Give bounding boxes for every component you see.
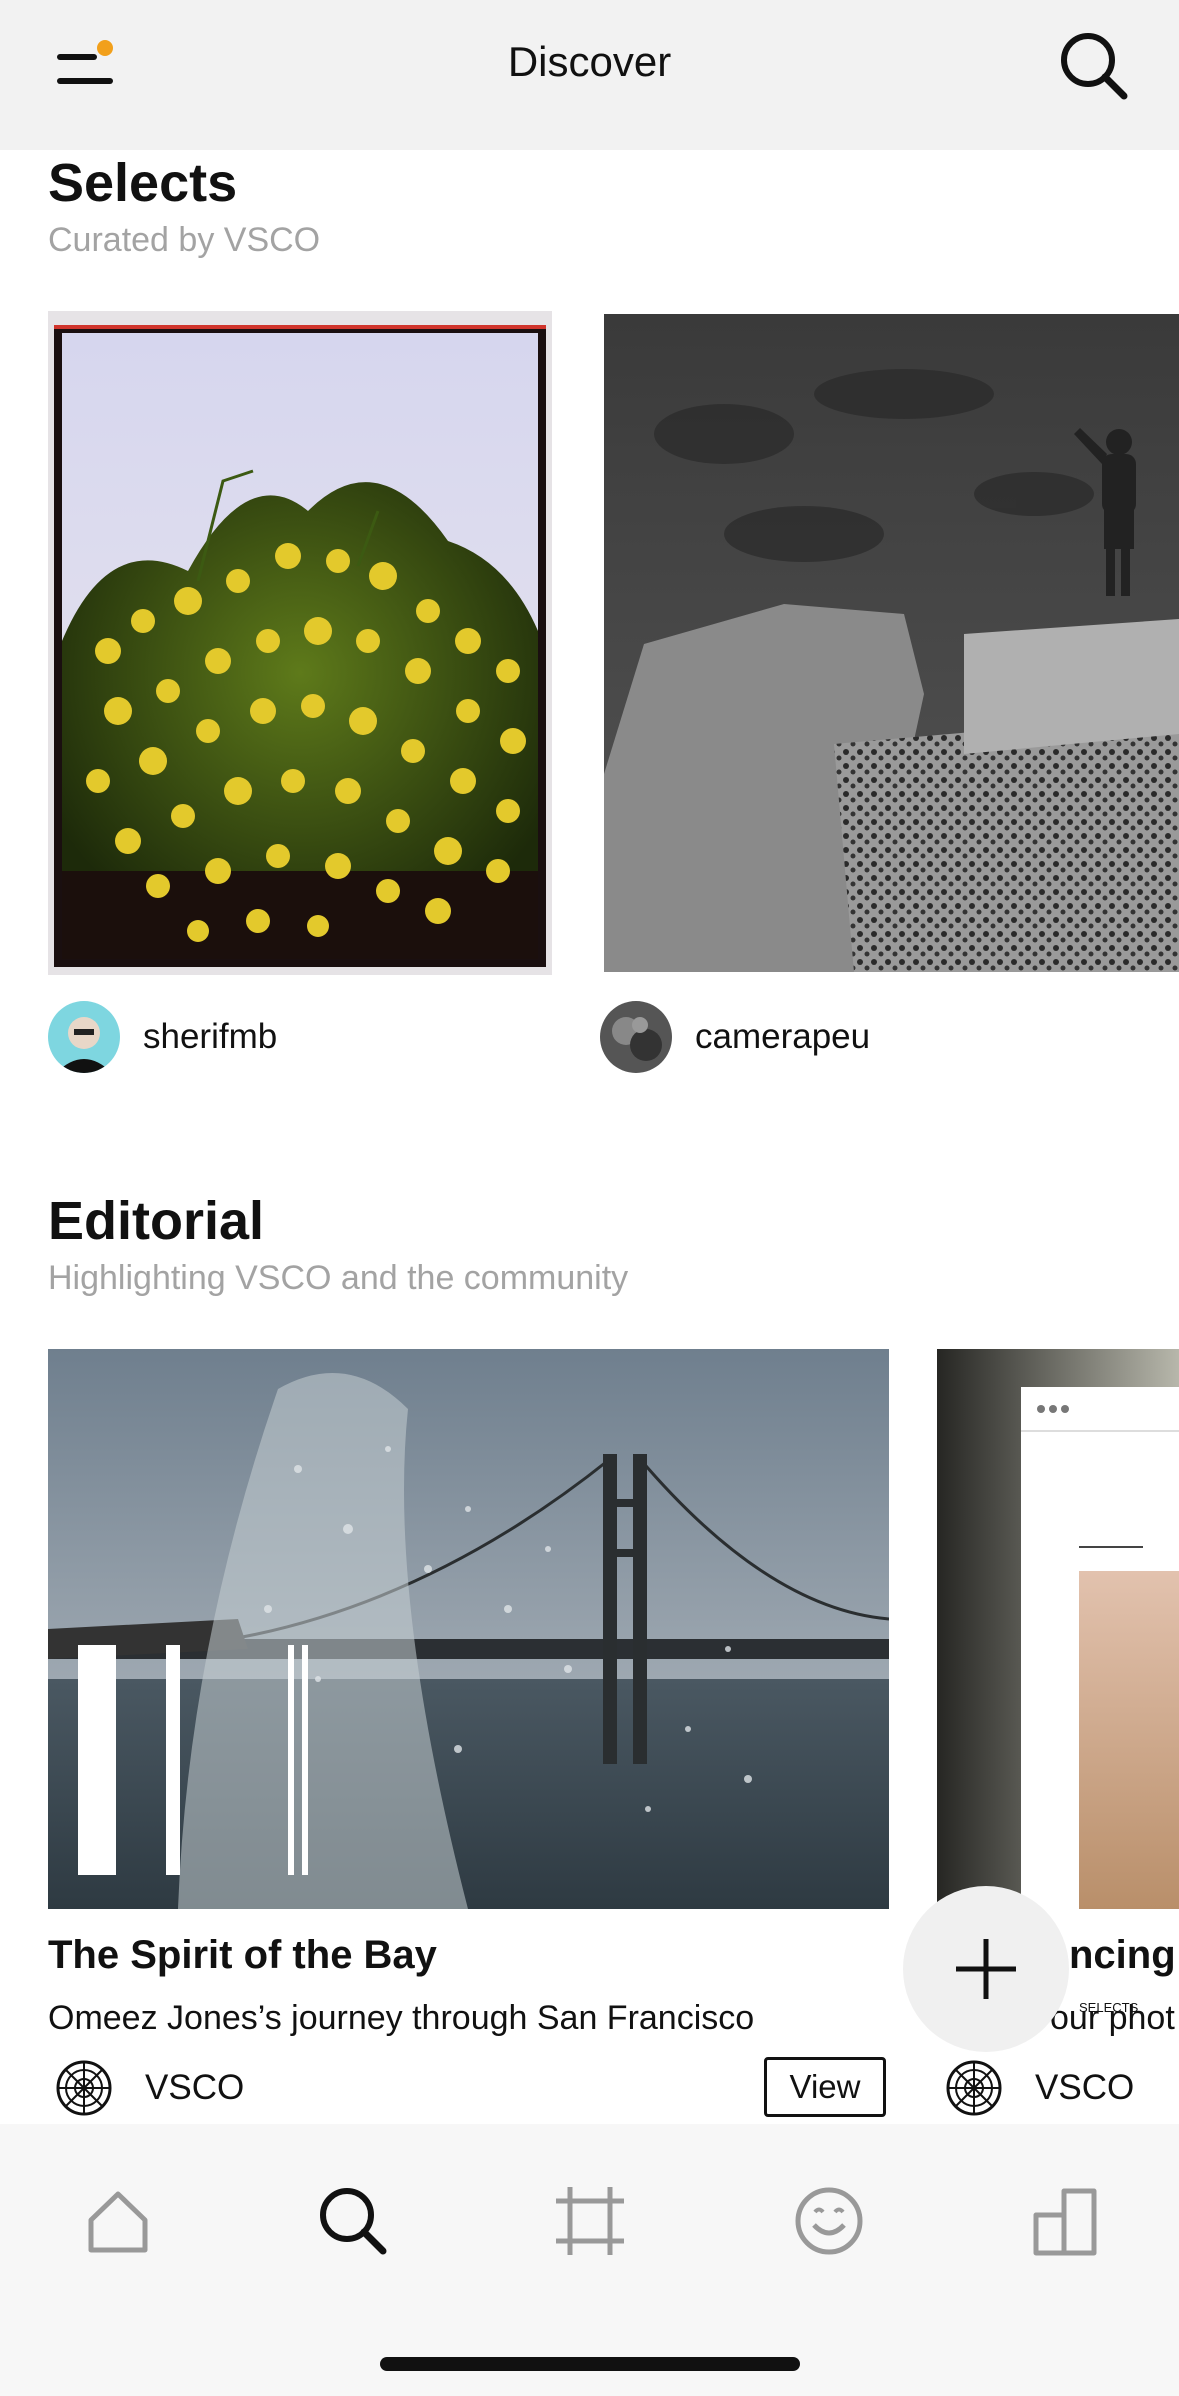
select-author[interactable]: camerapeu [600,1001,870,1073]
article-description: Omeez Jones’s journey through San Franci… [48,1999,755,2037]
top-navigation-bar: Discover [0,0,1179,150]
article-author[interactable]: VSCO [55,2058,244,2118]
tab-studio[interactable] [545,2176,635,2266]
avatar [48,1001,120,1073]
tab-discover[interactable] [308,2176,398,2266]
profile-building-icon [1033,2188,1097,2256]
editorial-photo[interactable] [48,1349,889,1909]
article-author-name: VSCO [145,2068,245,2107]
article-author-name: VSCO [1035,2068,1135,2107]
user-avatar-icon [600,1001,672,1073]
search-icon [1061,33,1128,100]
user-avatar-icon [48,1001,120,1073]
selects-title: Selects [48,153,238,213]
vsco-logo-icon [56,2060,112,2116]
plus-icon [956,1939,1016,1999]
author-username: camerapeu [695,1017,871,1056]
select-author[interactable]: sherifmb [48,1001,277,1073]
article-description: our phot [1050,1999,1175,2037]
article-title: ncing V [1069,1933,1179,1977]
avatar [600,1001,672,1073]
golden-gate-bridge-photo [48,1349,889,1909]
article-title: The Spirit of the Bay [48,1933,437,1977]
bw-rocks-swimmer-photo [604,314,1179,972]
article-author[interactable]: VSCO [945,2058,1134,2118]
tab-activity[interactable] [784,2176,874,2266]
crop-icon [556,2187,624,2255]
app-screenshot-photo [937,1349,1179,1909]
editorial-title: Editorial [48,1191,265,1251]
select-photo[interactable] [604,314,1179,972]
view-button[interactable]: View [764,2057,886,2117]
page-title: Discover [507,38,672,85]
bottom-tab-bar [0,2124,1179,2396]
select-photo[interactable] [48,311,552,975]
search-icon [320,2188,387,2255]
selects-subtitle: Curated by VSCO [48,221,321,259]
author-username: sherifmb [143,1017,278,1056]
tab-home[interactable] [73,2176,163,2266]
home-icon [88,2191,148,2253]
vsco-logo-icon [946,2060,1002,2116]
editorial-photo[interactable] [937,1349,1179,1909]
add-button[interactable] [903,1886,1069,2052]
search-button[interactable] [1058,30,1130,102]
home-indicator[interactable] [380,2357,800,2371]
smiley-icon [795,2187,863,2255]
tab-profile[interactable] [1021,2176,1111,2266]
yellow-flowers-photo [48,311,552,975]
editorial-subtitle: Highlighting VSCO and the community [48,1259,629,1297]
